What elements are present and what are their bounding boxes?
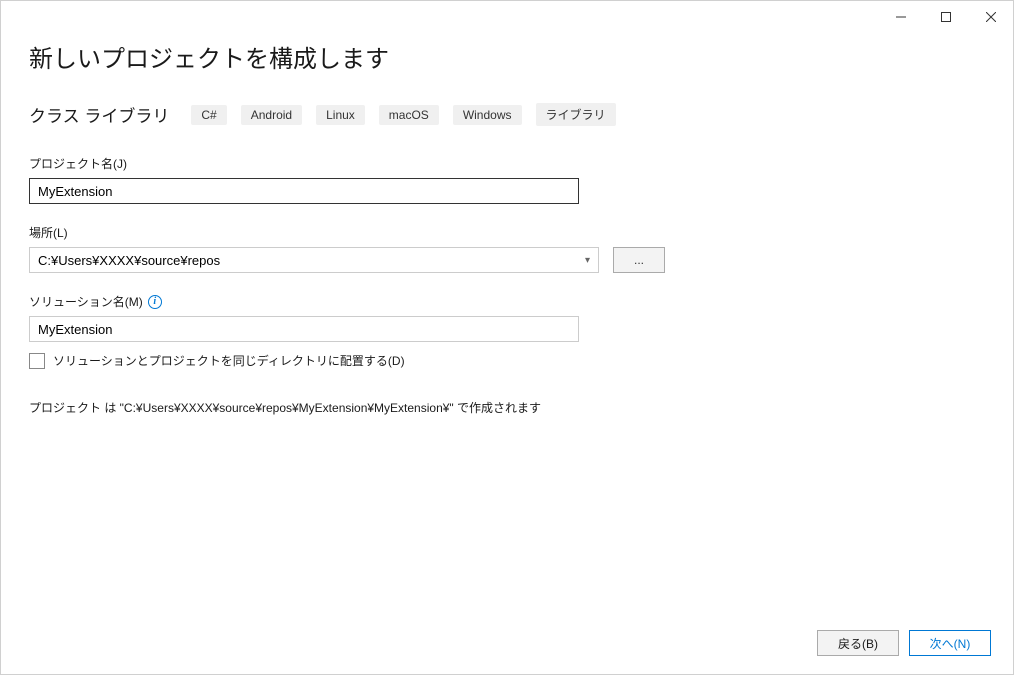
tag-linux: Linux (316, 105, 365, 125)
titlebar (1, 1, 1013, 31)
close-button[interactable] (968, 3, 1013, 31)
same-directory-row: ソリューションとプロジェクトを同じディレクトリに配置する(D) (29, 352, 985, 369)
location-value: C:¥Users¥XXXX¥source¥repos (38, 253, 220, 268)
project-name-group: プロジェクト名(J) (29, 155, 985, 204)
project-name-input[interactable] (29, 178, 579, 204)
location-group: 場所(L) C:¥Users¥XXXX¥source¥repos ▾ ... (29, 224, 985, 273)
browse-button[interactable]: ... (613, 247, 665, 273)
info-icon[interactable]: i (148, 295, 162, 309)
tag-android: Android (241, 105, 302, 125)
same-directory-checkbox[interactable] (29, 353, 45, 369)
close-icon (986, 12, 996, 22)
location-select[interactable]: C:¥Users¥XXXX¥source¥repos ▾ (29, 247, 599, 273)
template-info-row: クラス ライブラリ C# Android Linux macOS Windows… (29, 102, 985, 127)
project-name-label: プロジェクト名(J) (29, 155, 985, 172)
creation-path-info: プロジェクト は "C:¥Users¥XXXX¥source¥repos¥MyE… (29, 399, 985, 416)
footer: 戻る(B) 次へ(N) (817, 630, 991, 656)
page-title: 新しいプロジェクトを構成します (29, 39, 985, 74)
tag-csharp: C# (191, 105, 226, 125)
minimize-icon (896, 12, 906, 22)
maximize-icon (941, 12, 951, 22)
solution-name-label-text: ソリューション名(M) (29, 293, 143, 310)
chevron-down-icon: ▾ (585, 255, 590, 266)
tag-library: ライブラリ (536, 103, 616, 126)
maximize-button[interactable] (923, 3, 968, 31)
same-directory-label: ソリューションとプロジェクトを同じディレクトリに配置する(D) (53, 352, 405, 369)
location-label: 場所(L) (29, 224, 985, 241)
minimize-button[interactable] (878, 3, 923, 31)
solution-name-input[interactable] (29, 316, 579, 342)
solution-name-group: ソリューション名(M) i ソリューションとプロジェクトを同じディレクトリに配置… (29, 293, 985, 369)
next-button[interactable]: 次へ(N) (909, 630, 991, 656)
back-button[interactable]: 戻る(B) (817, 630, 899, 656)
tag-windows: Windows (453, 105, 522, 125)
tag-macos: macOS (379, 105, 439, 125)
solution-name-label: ソリューション名(M) i (29, 293, 985, 310)
content-area: 新しいプロジェクトを構成します クラス ライブラリ C# Android Lin… (1, 31, 1013, 416)
template-name: クラス ライブラリ (29, 102, 169, 127)
